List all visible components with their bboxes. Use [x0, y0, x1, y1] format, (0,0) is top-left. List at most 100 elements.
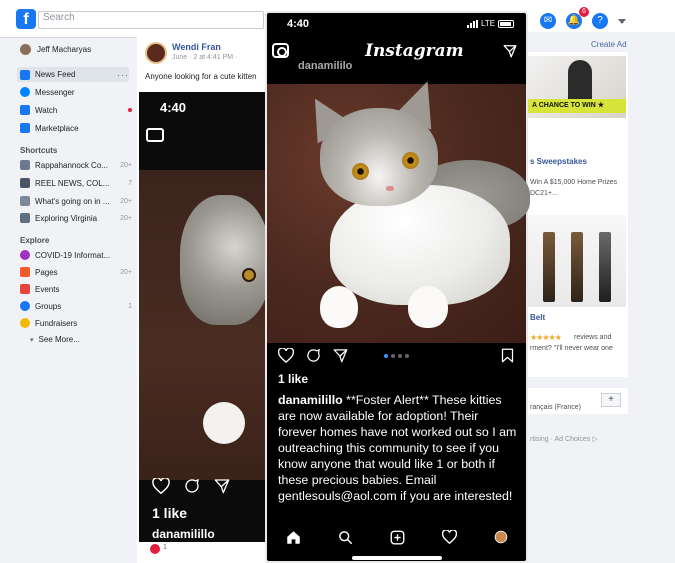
caption-username[interactable]: danamilillo: [278, 393, 343, 407]
signal-icon: [467, 19, 478, 28]
ad-title[interactable]: Belt: [530, 313, 545, 322]
ad-description: rment? "I'll never wear one: [530, 345, 613, 352]
cat-eye: [402, 152, 419, 169]
carousel-dot: [405, 354, 409, 358]
belt-image: [543, 232, 555, 302]
news-feed-icon: [20, 69, 30, 80]
instagram-logo: Instagram: [365, 41, 464, 61]
heart-icon[interactable]: [278, 348, 294, 363]
direct-message-icon[interactable]: [503, 44, 517, 58]
background-username: danamilillo: [152, 527, 215, 541]
shortcuts-heading: Shortcuts: [20, 146, 58, 155]
sidebar-item-messenger[interactable]: Messenger: [20, 87, 132, 97]
sidebar-item-marketplace[interactable]: Marketplace: [20, 123, 132, 133]
reaction-count[interactable]: 1: [163, 544, 167, 551]
messenger-icon[interactable]: ✉: [540, 13, 556, 29]
pages-flag-icon: [20, 267, 30, 277]
messenger-icon: [20, 87, 30, 97]
shortcut-count: 7: [128, 179, 132, 187]
chevron-down-icon: ▾: [30, 336, 34, 344]
shortcut-label: Exploring Virginia: [35, 213, 98, 223]
comment-icon[interactable]: [306, 348, 321, 363]
sidebar-item-label: Watch: [35, 105, 58, 115]
camera-icon[interactable]: [272, 43, 289, 58]
shortcut-count: 20+: [120, 197, 132, 205]
love-reaction-icon[interactable]: [150, 544, 160, 554]
background-like-count: 1 like: [152, 505, 188, 521]
watch-icon: [20, 105, 30, 115]
groups-icon: [20, 301, 30, 311]
see-more-label: See More...: [38, 335, 80, 344]
group-icon: [20, 178, 30, 188]
explore-label: Events: [35, 284, 60, 294]
shortcut-label: What's going on in ...: [35, 196, 110, 206]
cat-eye: [242, 268, 256, 282]
fundraisers-icon: [20, 318, 30, 328]
comment-icon: [185, 478, 199, 493]
ad-description: reviews and: [574, 334, 612, 341]
explore-item-groups[interactable]: Groups 1: [20, 301, 132, 311]
help-icon[interactable]: ?: [592, 13, 608, 29]
cat-paw: [203, 402, 245, 444]
home-icon[interactable]: [286, 530, 301, 545]
explore-item-fundraisers[interactable]: Fundraisers: [20, 318, 132, 328]
ad-banner: A CHANCE TO WIN ★: [528, 99, 626, 113]
sidebar-item-news-feed[interactable]: News Feed ···: [17, 67, 129, 82]
camera-icon: [146, 128, 164, 142]
explore-label: COVID-19 Informat...: [35, 250, 111, 260]
search-icon[interactable]: [338, 530, 353, 545]
new-post-icon[interactable]: [390, 530, 405, 545]
avatar: [20, 44, 31, 55]
add-language-button[interactable]: +: [601, 393, 621, 407]
explore-item-covid[interactable]: COVID-19 Informat...: [20, 250, 132, 260]
notifications-icon[interactable]: 🔔 6: [566, 7, 589, 29]
cat-eye: [352, 163, 369, 180]
bookmark-icon[interactable]: [501, 348, 514, 363]
account-menu-caret-icon[interactable]: [618, 18, 626, 24]
post-action-icons: [152, 478, 230, 494]
explore-item-events[interactable]: Events: [20, 284, 132, 294]
status-bar-time: 4:40: [287, 18, 310, 30]
activity-heart-icon[interactable]: [441, 530, 457, 544]
rating-stars-icon: ★★★★★: [530, 333, 562, 342]
see-more-link[interactable]: ▾ See More...: [30, 335, 142, 344]
share-icon[interactable]: [333, 348, 348, 363]
shortcut-item[interactable]: Exploring Virginia 20+: [20, 213, 132, 223]
explore-label: Pages: [35, 267, 58, 277]
search-input[interactable]: Search: [38, 11, 264, 29]
group-icon: [20, 160, 30, 170]
group-icon: [20, 213, 30, 223]
home-indicator-bar[interactable]: [352, 556, 442, 560]
ad-description: Win A $15,000 Home Prizes DC21+...: [530, 179, 618, 197]
explore-item-pages[interactable]: Pages 20+: [20, 267, 132, 277]
shortcut-item[interactable]: What's going on in ... 20+: [20, 196, 132, 206]
post-date[interactable]: June · 2 at 4:41 PM ·: [172, 54, 237, 61]
create-ad-link[interactable]: Create Ad: [591, 40, 627, 49]
explore-count: 1: [128, 302, 132, 310]
explore-label: Groups: [35, 301, 62, 311]
ad-title[interactable]: s Sweepstakes: [530, 157, 587, 166]
profile-avatar-icon[interactable]: [494, 530, 508, 544]
like-count[interactable]: 1 like: [278, 372, 308, 386]
language-option[interactable]: rançais (France): [530, 404, 581, 411]
facebook-logo-icon[interactable]: f: [16, 9, 36, 29]
shortcut-count: 20+: [120, 214, 132, 222]
sidebar-item-watch[interactable]: Watch: [20, 105, 132, 115]
shortcut-item[interactable]: REEL NEWS, COL... 7: [20, 178, 132, 188]
post-username-header[interactable]: danamililo: [298, 60, 352, 72]
notification-badge: 6: [579, 7, 589, 17]
shortcut-item[interactable]: Rappahannock Co... 20+: [20, 160, 132, 170]
shortcut-count: 20+: [120, 161, 132, 169]
sidebar-profile[interactable]: Jeff Macharyas: [20, 44, 91, 55]
shortcut-label: REEL NEWS, COL...: [35, 178, 110, 188]
more-options-icon[interactable]: ···: [117, 70, 129, 80]
profile-name: Jeff Macharyas: [37, 45, 92, 54]
carousel-dot: [398, 354, 402, 358]
screenshot-time: 4:40: [160, 100, 187, 115]
footer-links[interactable]: rtising · Ad Choices ▷: [530, 435, 598, 443]
new-content-dot: [128, 108, 132, 112]
shortcut-label: Rappahannock Co...: [35, 160, 108, 170]
avatar[interactable]: [145, 42, 167, 64]
status-bar-indicators: LTE: [467, 19, 515, 28]
post-author[interactable]: Wendi Fran: [172, 42, 237, 52]
